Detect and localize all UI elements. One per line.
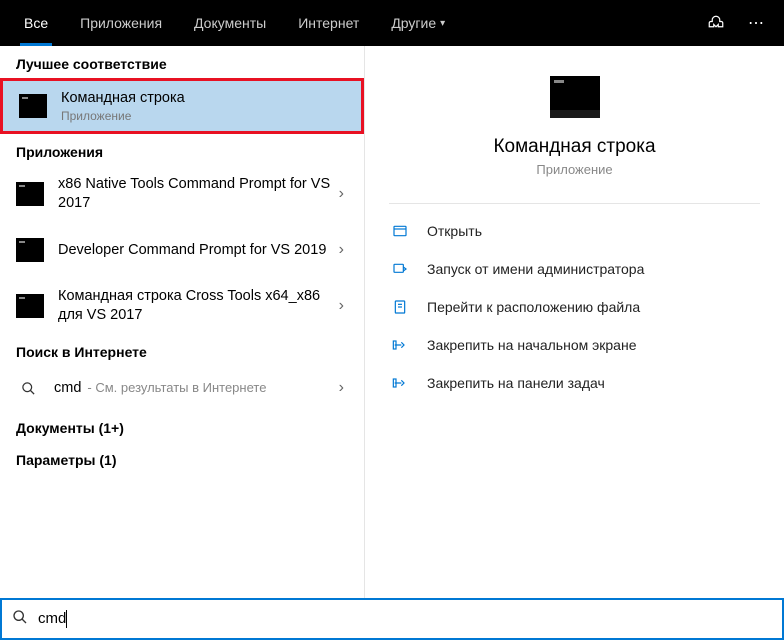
feedback-icon[interactable] bbox=[696, 14, 736, 32]
action-open[interactable]: Открыть bbox=[389, 212, 760, 250]
cmd-icon bbox=[16, 294, 44, 318]
action-list: Открыть Запуск от имени администратора П… bbox=[389, 212, 760, 402]
cmd-icon bbox=[19, 94, 47, 118]
chevron-down-icon: ▾ bbox=[440, 18, 445, 29]
chevron-right-icon[interactable]: › bbox=[335, 297, 348, 315]
tab-documents[interactable]: Документы bbox=[178, 0, 282, 46]
preview-title: Командная строка bbox=[493, 136, 655, 158]
section-best-match: Лучшее соответствие bbox=[0, 46, 364, 78]
web-query: cmd bbox=[54, 380, 81, 396]
chevron-right-icon[interactable]: › bbox=[335, 185, 348, 203]
result-subtitle: Приложение bbox=[61, 109, 345, 123]
app-result[interactable]: x86 Native Tools Command Prompt for VS 2… bbox=[0, 166, 364, 222]
cmd-large-icon bbox=[550, 76, 600, 118]
pin-taskbar-icon bbox=[389, 374, 411, 392]
action-label: Открыть bbox=[427, 223, 482, 239]
action-label: Закрепить на панели задач bbox=[427, 375, 605, 391]
app-result[interactable]: Командная строка Cross Tools x64_x86 для… bbox=[0, 278, 364, 334]
search-icon bbox=[12, 609, 28, 630]
open-icon bbox=[389, 222, 411, 240]
action-run-admin[interactable]: Запуск от имени администратора bbox=[389, 250, 760, 288]
result-title: Developer Command Prompt for VS 2019 bbox=[58, 241, 335, 260]
preview-panel: Командная строка Приложение Открыть Запу… bbox=[364, 46, 784, 598]
result-title: Командная строка bbox=[61, 89, 345, 108]
search-input[interactable]: cmd bbox=[38, 610, 67, 628]
action-pin-taskbar[interactable]: Закрепить на панели задач bbox=[389, 364, 760, 402]
pin-start-icon bbox=[389, 336, 411, 354]
tab-internet[interactable]: Интернет bbox=[282, 0, 375, 46]
action-label: Перейти к расположению файла bbox=[427, 299, 640, 315]
action-pin-start[interactable]: Закрепить на начальном экране bbox=[389, 326, 760, 364]
best-match-result[interactable]: Командная строка Приложение bbox=[0, 78, 364, 134]
more-icon[interactable]: ⋯ bbox=[736, 13, 776, 33]
cmd-icon bbox=[16, 182, 44, 206]
search-icon bbox=[16, 381, 40, 396]
action-open-location[interactable]: Перейти к расположению файла bbox=[389, 288, 760, 326]
folder-icon bbox=[389, 298, 411, 316]
section-applications: Приложения bbox=[0, 134, 364, 166]
preview-subtitle: Приложение bbox=[536, 162, 612, 177]
tab-all[interactable]: Все bbox=[8, 0, 64, 46]
chevron-right-icon[interactable]: › bbox=[335, 379, 348, 397]
action-label: Закрепить на начальном экране bbox=[427, 337, 637, 353]
tab-other[interactable]: Другие▾ bbox=[375, 0, 461, 46]
results-panel: Лучшее соответствие Командная строка При… bbox=[0, 46, 364, 598]
divider bbox=[389, 203, 760, 204]
result-title: x86 Native Tools Command Prompt for VS 2… bbox=[58, 175, 335, 213]
filter-tabs: Все Приложения Документы Интернет Другие… bbox=[0, 0, 784, 46]
section-settings[interactable]: Параметры (1) bbox=[0, 442, 364, 474]
tab-apps[interactable]: Приложения bbox=[64, 0, 178, 46]
section-web-search: Поиск в Интернете bbox=[0, 334, 364, 366]
chevron-right-icon[interactable]: › bbox=[335, 241, 348, 259]
web-hint: - См. результаты в Интернете bbox=[87, 380, 266, 395]
action-label: Запуск от имени администратора bbox=[427, 261, 644, 277]
cmd-icon bbox=[16, 238, 44, 262]
web-result[interactable]: cmd - См. результаты в Интернете › bbox=[0, 366, 364, 410]
result-title: Командная строка Cross Tools x64_x86 для… bbox=[58, 287, 335, 325]
app-result[interactable]: Developer Command Prompt for VS 2019 › bbox=[0, 222, 364, 278]
admin-icon bbox=[389, 260, 411, 278]
section-documents[interactable]: Документы (1+) bbox=[0, 410, 364, 442]
main-content: Лучшее соответствие Командная строка При… bbox=[0, 46, 784, 598]
search-bar[interactable]: cmd bbox=[0, 598, 784, 640]
